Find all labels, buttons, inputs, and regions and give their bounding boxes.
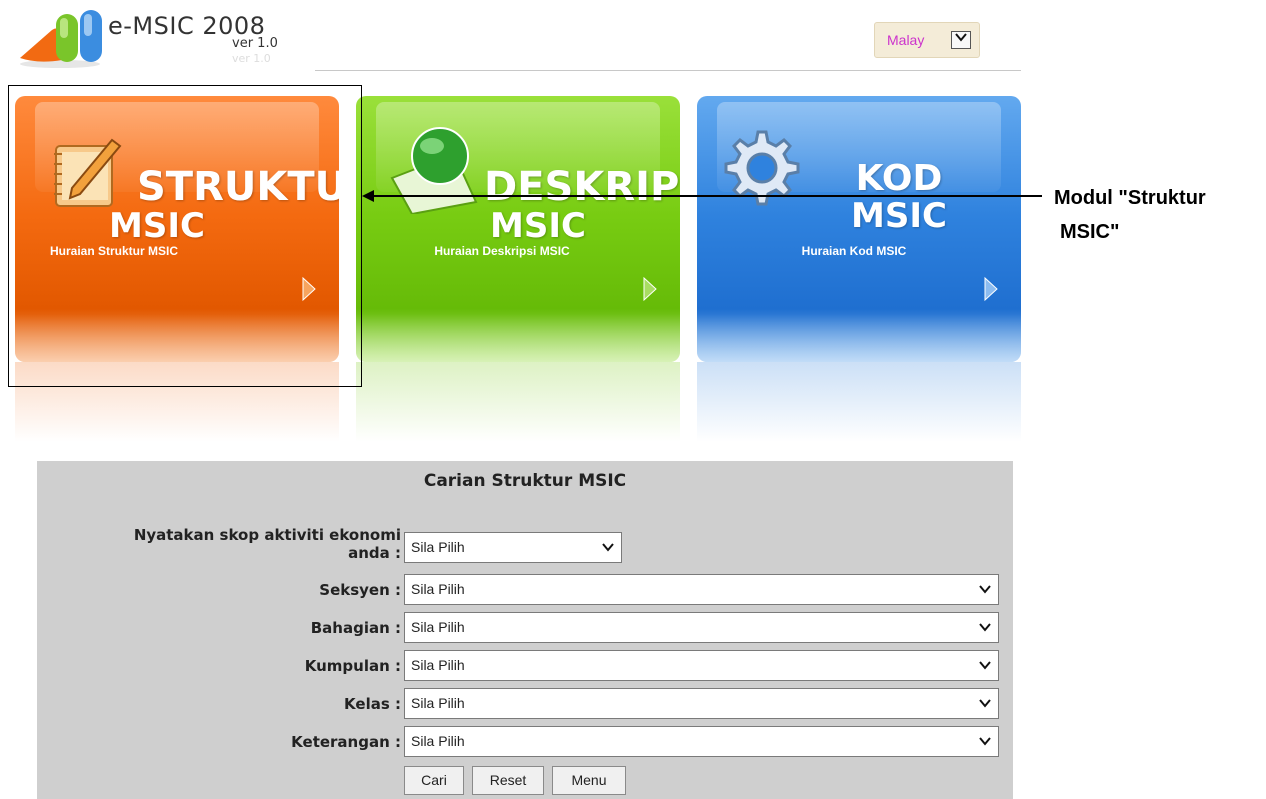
select-value: Sila Pilih [411,539,465,555]
header-divider [315,70,1021,71]
form-row-seksyen: Seksyen : Sila Pilih [37,574,1013,606]
form-row-keterangan: Keterangan : Sila Pilih [37,726,1013,758]
field-label-line1: Nyatakan skop aktiviti ekonomi [133,526,401,544]
form-row-kumpulan: Kumpulan : Sila Pilih [37,650,1013,682]
field-label-line2: anda : [348,544,401,562]
chevron-down-icon [979,661,991,670]
skop-aktiviti-select[interactable]: Sila Pilih [404,532,622,563]
language-value: Malay [887,32,925,48]
field-label-seksyen: Seksyen : [319,581,401,599]
chevron-down-icon [979,585,991,594]
tile-floor [356,314,680,362]
form-title: Carian Struktur MSIC [423,471,627,491]
chevron-right-icon[interactable] [983,276,999,302]
chevron-right-icon[interactable] [642,276,658,302]
form-row-skop: Nyatakan skop aktiviti ekonomi anda : Si… [37,526,1013,564]
app-version: ver 1.0 [232,36,278,51]
chevron-down-icon [979,737,991,746]
annotation-label: Modul "Struktur MSIC" [1054,181,1206,249]
field-label-kumpulan: Kumpulan : [304,657,401,675]
tile-title-line2: MSIC [851,196,947,236]
logo-graphic-icon [20,10,102,68]
select-value: Sila Pilih [411,695,465,711]
language-select[interactable]: Malay [874,22,980,58]
form-row-kelas: Kelas : Sila Pilih [37,688,1013,720]
select-value: Sila Pilih [411,657,465,673]
tile-floor [697,314,1021,362]
tile-reflection [697,362,1021,442]
bahagian-select[interactable]: Sila Pilih [404,612,999,643]
search-button[interactable]: Cari [404,766,464,795]
app-version-reflection: ver 1.0 [232,52,271,65]
select-value: Sila Pilih [411,733,465,749]
field-label-keterangan: Keterangan : [291,733,401,751]
select-value: Sila Pilih [411,581,465,597]
tile-title-line1: DESKRIPSI [484,164,680,210]
chevron-down-icon [602,543,614,552]
select-value: Sila Pilih [411,619,465,635]
search-form-panel: Carian Struktur MSIC Nyatakan skop aktiv… [37,461,1013,799]
menu-button[interactable]: Menu [552,766,626,795]
field-label-skop: Nyatakan skop aktiviti ekonomi anda : [134,526,401,562]
annotation-arrowhead-icon [362,190,374,202]
tile-subtitle: Huraian Deskripsi MSIC [434,244,570,258]
kelas-select[interactable]: Sila Pilih [404,688,999,719]
chevron-down-icon [979,699,991,708]
annotation-line2: MSIC" [1060,221,1120,243]
form-row-bahagian: Bahagian : Sila Pilih [37,612,1013,644]
tile-subtitle: Huraian Kod MSIC [801,244,907,258]
seksyen-select[interactable]: Sila Pilih [404,574,999,605]
chevron-down-icon [979,623,991,632]
reset-button[interactable]: Reset [472,766,544,795]
highlight-box [8,85,362,387]
gear-icon [724,130,800,206]
globe-icon [390,127,478,214]
tile-reflection [356,362,680,442]
field-label-bahagian: Bahagian : [310,619,401,637]
field-label-kelas: Kelas : [344,695,401,713]
annotation-arrow-line [372,195,1042,197]
chevron-down-icon[interactable] [951,31,971,49]
kumpulan-select[interactable]: Sila Pilih [404,650,999,681]
keterangan-select[interactable]: Sila Pilih [404,726,999,757]
tile-title-line1: KOD [855,158,943,199]
annotation-line1: Modul "Struktur [1054,187,1206,209]
